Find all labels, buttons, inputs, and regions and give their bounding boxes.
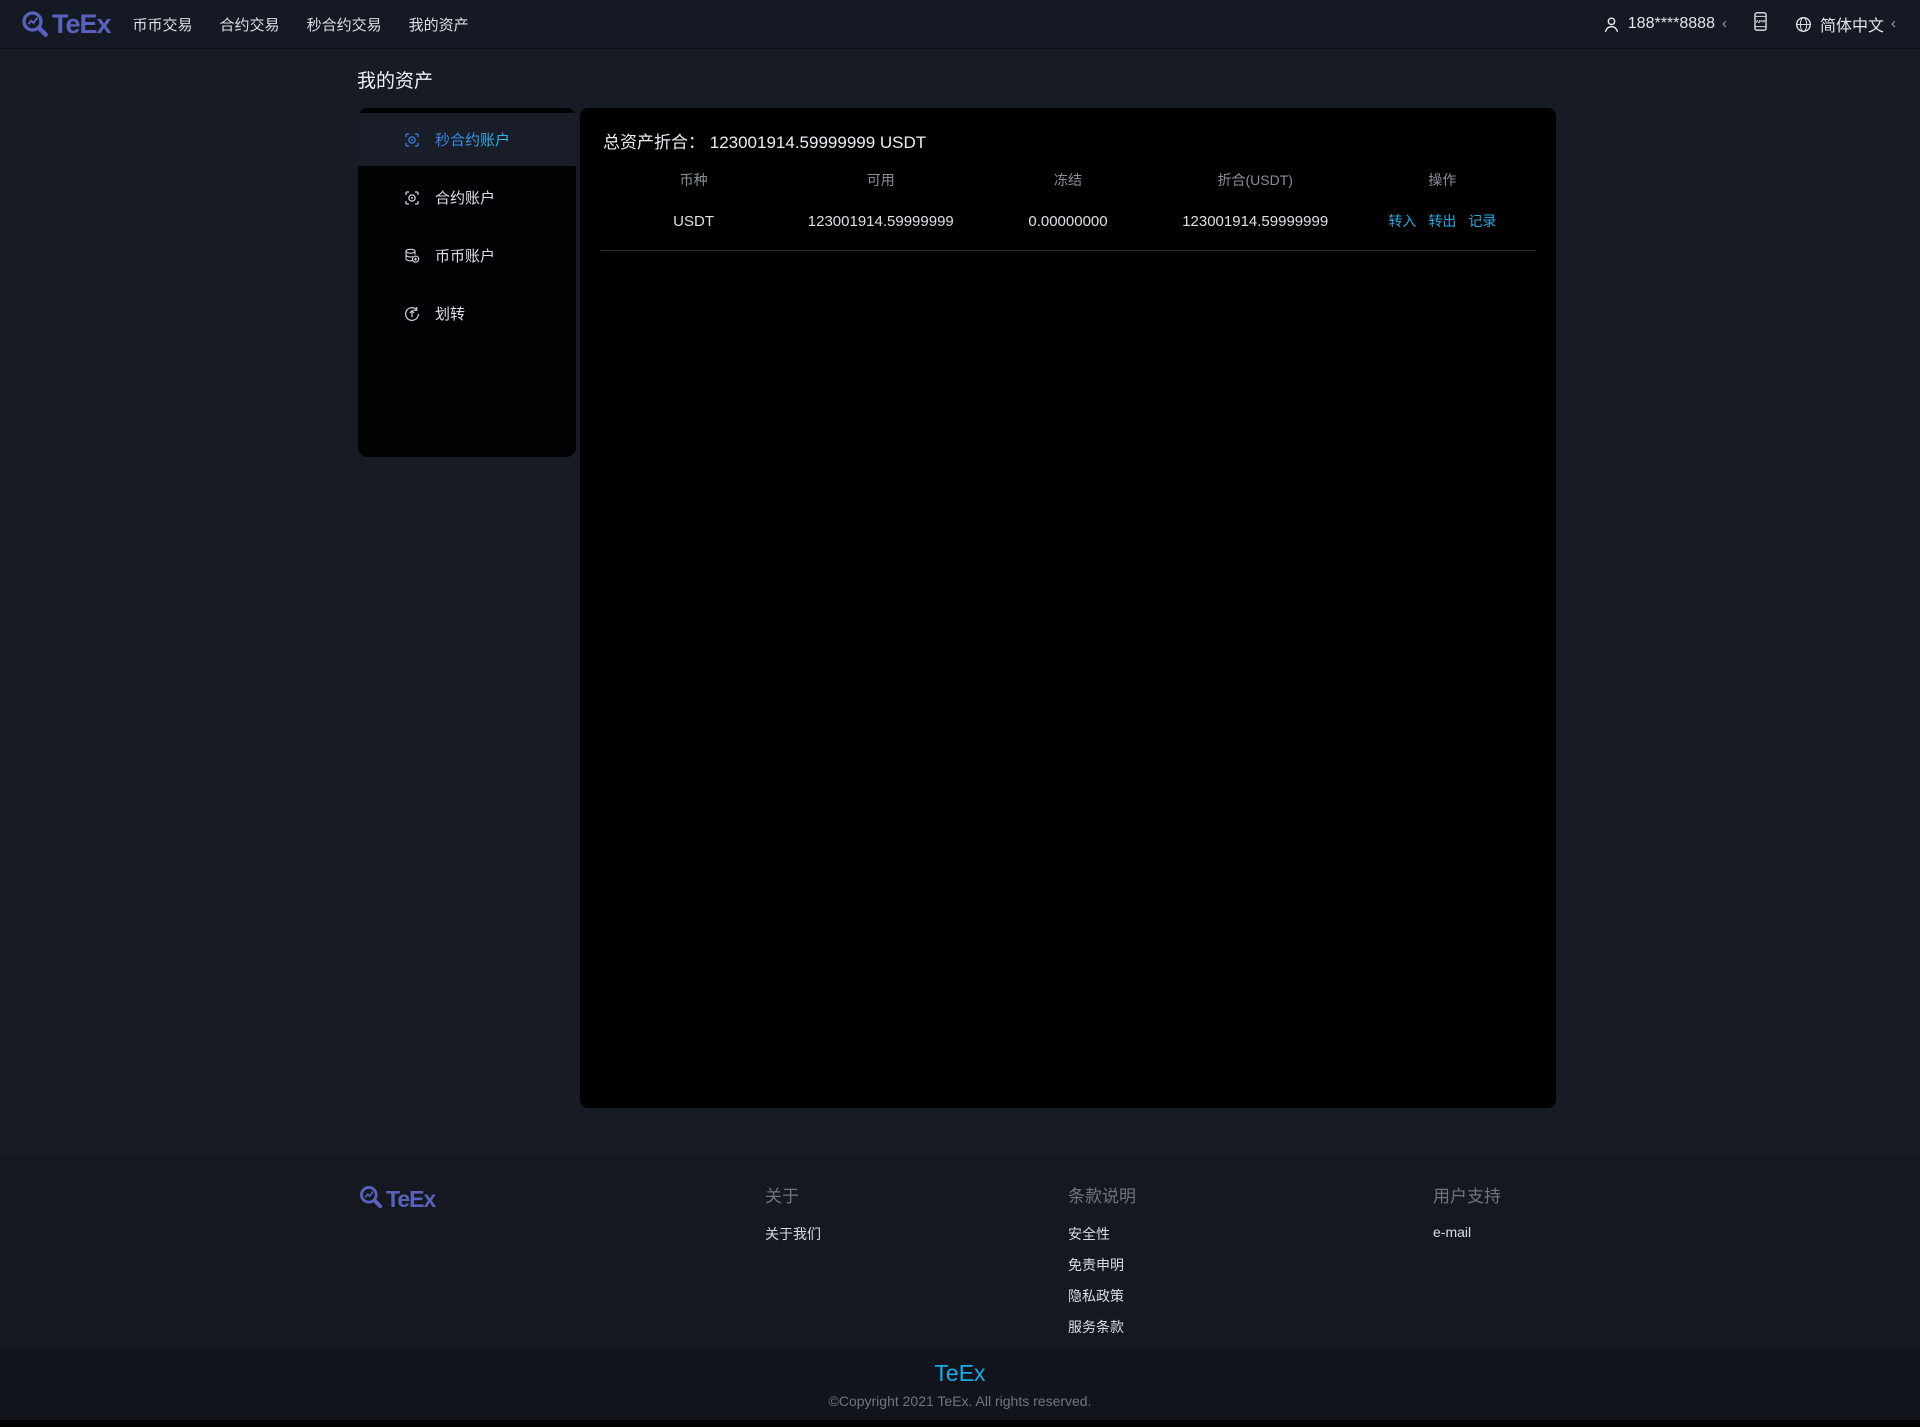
transfer-icon [403, 305, 421, 323]
sidebar-item-label: 秒合约账户 [435, 129, 510, 150]
col-header-converted-usdt: 折合(USDT) [1217, 172, 1293, 188]
col-header-actions: 操作 [1428, 172, 1457, 188]
nav-item-spot-trading[interactable]: 币币交易 [133, 14, 193, 35]
nav-item-seconds-contract-trading[interactable]: 秒合约交易 [307, 14, 382, 35]
brand-name: TeEx [52, 8, 112, 39]
total-assets-label: 总资产折合： [603, 133, 705, 152]
page-footer: TeEx 关于 关于我们 条款说明 安全性 免责申明 隐私政策 服务条款 用户支… [0, 1156, 1920, 1347]
footer-link-terms-of-service[interactable]: 服务条款 [1068, 1317, 1136, 1337]
sidebar-item-spot-account[interactable]: 币币账户 [358, 229, 576, 282]
footer-column-title: 条款说明 [1068, 1187, 1136, 1206]
contract-account-icon [403, 189, 421, 207]
top-navigation-bar: TeEx 币币交易 合约交易 秒合约交易 我的资产 188****8888 ‹ [0, 0, 1920, 49]
account-sidebar: 秒合约账户 合约账户 币币账户 划转 [358, 108, 576, 457]
brand-logo[interactable]: TeEx [20, 8, 112, 40]
assets-table-header-row: 币种 可用 冻结 折合(USDT) 操作 [600, 170, 1536, 190]
footer-column-title: 用户支持 [1433, 1187, 1501, 1206]
cell-currency: USDT [673, 212, 715, 230]
nav-item-contract-trading[interactable]: 合约交易 [220, 14, 280, 35]
chevron-icon: ‹ [1891, 14, 1896, 32]
total-assets-header: 总资产折合： 123001914.59999999 USDT [600, 128, 1536, 153]
assets-page: { "brand": { "name": "TeEx", "color": "#… [0, 0, 1920, 1427]
spot-account-icon [403, 247, 421, 265]
bottom-brand-name: TeEx [934, 1360, 986, 1386]
svg-text:APP: APP [1756, 19, 1766, 25]
table-row: USDT 123001914.59999999 0.00000000 12300… [600, 190, 1536, 251]
magnifier-trend-icon [358, 1184, 384, 1215]
main-nav: 币币交易 合约交易 秒合约交易 我的资产 [133, 14, 469, 35]
transfer-out-link[interactable]: 转出 [1428, 211, 1456, 231]
footer-column-terms: 条款说明 安全性 免责申明 隐私政策 服务条款 [1068, 1182, 1136, 1348]
footer-link-privacy-policy[interactable]: 隐私政策 [1068, 1286, 1136, 1306]
total-assets-value: 123001914.59999999 USDT [709, 133, 927, 152]
footer-link-security[interactable]: 安全性 [1068, 1224, 1136, 1244]
user-icon [1602, 15, 1621, 34]
assets-table: 币种 可用 冻结 折合(USDT) 操作 USDT 123001914.5999… [600, 170, 1536, 251]
language-label: 简体中文 [1819, 18, 1884, 35]
footer-column-title: 关于 [765, 1187, 799, 1206]
footer-link-email[interactable]: e-mail [1433, 1224, 1501, 1240]
sidebar-item-label: 划转 [435, 306, 466, 323]
footer-brand-logo[interactable]: TeEx [358, 1184, 436, 1215]
nav-item-my-assets[interactable]: 我的资产 [409, 14, 469, 35]
copyright-text: ©Copyright 2021 TeEx. All rights reserve… [828, 1393, 1092, 1409]
cell-actions: 转入 转出 记录 [1349, 211, 1536, 231]
cell-frozen: 0.00000000 [1028, 212, 1108, 230]
magnifier-trend-icon [20, 9, 50, 39]
seconds-contract-account-icon [403, 131, 421, 149]
col-header-frozen: 冻结 [1053, 172, 1082, 188]
assets-panel: 总资产折合： 123001914.59999999 USDT 币种 可用 冻结 … [580, 108, 1556, 1108]
user-account-menu[interactable]: 188****8888 ‹ [1602, 15, 1727, 34]
sidebar-item-contract-account[interactable]: 合约账户 [358, 171, 576, 224]
cell-available: 123001914.59999999 [807, 212, 954, 230]
page-title: 我的资产 [357, 71, 434, 92]
sidebar-item-label: 合约账户 [435, 190, 496, 207]
bottom-bar: TeEx ©Copyright 2021 TeEx. All rights re… [0, 1347, 1920, 1427]
chevron-icon: ‹ [1721, 14, 1727, 32]
transfer-in-link[interactable]: 转入 [1388, 211, 1416, 231]
sidebar-item-transfer[interactable]: 划转 [358, 287, 576, 340]
footer-link-disclaimer[interactable]: 免责申明 [1068, 1255, 1136, 1275]
sidebar-item-seconds-contract-account[interactable]: 秒合约账户 [358, 113, 576, 166]
globe-icon [1794, 15, 1813, 34]
footer-link-about-us[interactable]: 关于我们 [765, 1224, 821, 1244]
sidebar-item-label: 币币账户 [435, 248, 496, 265]
col-header-available: 可用 [866, 172, 895, 188]
app-download-button[interactable]: APP [1751, 11, 1770, 37]
footer-column-support: 用户支持 e-mail [1433, 1182, 1501, 1251]
cell-converted: 123001914.59999999 [1182, 212, 1329, 230]
app-phone-icon: APP [1751, 11, 1770, 37]
nav-right-area: 188****8888 ‹ APP 简体中文 ‹ [1602, 11, 1896, 37]
language-selector[interactable]: 简体中文 ‹ [1794, 12, 1896, 36]
footer-column-about: 关于 关于我们 [765, 1182, 821, 1255]
col-header-currency: 币种 [679, 172, 708, 188]
footer-brand-name: TeEx [386, 1186, 436, 1212]
records-link[interactable]: 记录 [1468, 211, 1496, 231]
user-phone: 188****8888 [1627, 15, 1715, 32]
